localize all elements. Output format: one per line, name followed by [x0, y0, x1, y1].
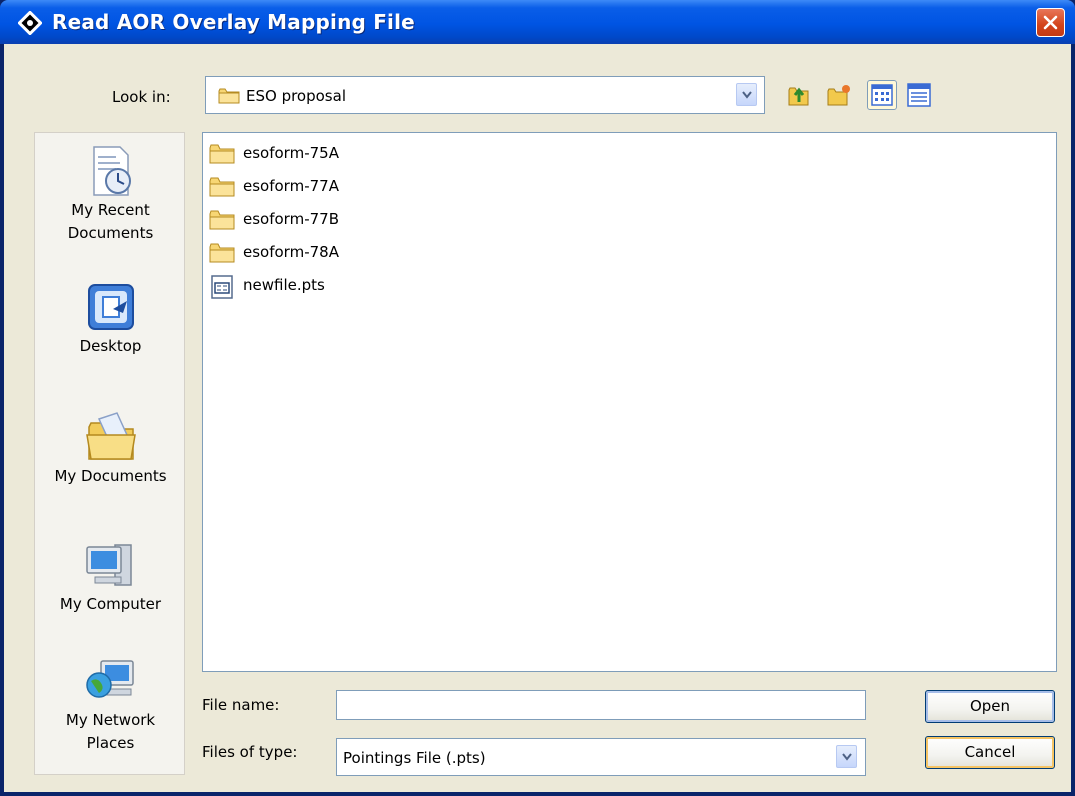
close-icon — [1043, 15, 1058, 30]
network-places-icon — [85, 660, 134, 698]
place-my-computer[interactable]: My Computer — [35, 537, 186, 616]
file-name: esoform-77B — [243, 210, 339, 228]
file-name: esoform-77A — [243, 177, 339, 195]
details-view-icon[interactable] — [906, 82, 932, 108]
window-title: Read AOR Overlay Mapping File — [52, 10, 415, 34]
file-type-value: Pointings File (.pts) — [343, 749, 486, 767]
my-computer-icon — [85, 544, 132, 586]
file-name: esoform-75A — [243, 144, 339, 162]
close-button[interactable] — [1036, 8, 1065, 37]
look-in-dropdown-button[interactable] — [736, 83, 757, 106]
place-label-line2: Documents — [67, 224, 154, 242]
look-in-dropdown[interactable]: ESO proposal — [205, 76, 765, 114]
file-name-input[interactable] — [336, 690, 866, 720]
folder-icon — [209, 210, 235, 230]
list-view-button[interactable] — [867, 80, 897, 110]
look-in-value: ESO proposal — [246, 87, 346, 105]
file-type-dropdown-button[interactable] — [836, 745, 857, 768]
look-in-label: Look in: — [112, 88, 171, 106]
folder-icon — [209, 243, 235, 263]
places-bar: My Recent Documents Desktop My Documents… — [34, 132, 185, 775]
desktop-icon — [87, 284, 134, 330]
folder-icon — [209, 177, 235, 197]
place-my-network-places[interactable]: My Network Places — [35, 653, 186, 755]
file-type-dropdown[interactable]: Pointings File (.pts) — [336, 738, 866, 776]
recent-documents-icon — [92, 146, 131, 196]
open-button[interactable]: Open — [925, 690, 1055, 723]
place-label-line2: Places — [86, 734, 135, 752]
place-label-line1: My Documents — [54, 467, 167, 485]
file-type-label: Files of type: — [202, 743, 298, 761]
place-my-documents[interactable]: My Documents — [35, 409, 186, 488]
place-desktop[interactable]: Desktop — [35, 279, 186, 358]
up-one-level-icon[interactable] — [786, 82, 812, 108]
place-my-recent-documents[interactable]: My Recent Documents — [35, 143, 186, 245]
list-view-icon — [871, 84, 893, 106]
file-name: esoform-78A — [243, 243, 339, 261]
chevron-down-icon — [742, 91, 752, 99]
folder-icon — [209, 144, 235, 164]
chevron-down-icon — [842, 753, 852, 761]
place-label-line1: Desktop — [79, 337, 142, 355]
app-icon — [18, 11, 42, 35]
file-name-label: File name: — [202, 696, 280, 714]
folder-icon — [218, 88, 240, 104]
place-label-line1: My Network — [65, 711, 156, 729]
create-new-folder-icon[interactable] — [826, 82, 852, 108]
place-label-line1: My Computer — [59, 595, 162, 613]
title-bar[interactable]: Read AOR Overlay Mapping File — [0, 0, 1075, 44]
cancel-button[interactable]: Cancel — [925, 736, 1055, 769]
file-icon — [211, 275, 233, 299]
file-name: newfile.pts — [243, 276, 325, 294]
place-label-line1: My Recent — [71, 201, 150, 219]
file-list[interactable]: esoform-75A esoform-77A esoform-77B esof… — [202, 132, 1057, 672]
my-documents-icon — [85, 412, 136, 460]
